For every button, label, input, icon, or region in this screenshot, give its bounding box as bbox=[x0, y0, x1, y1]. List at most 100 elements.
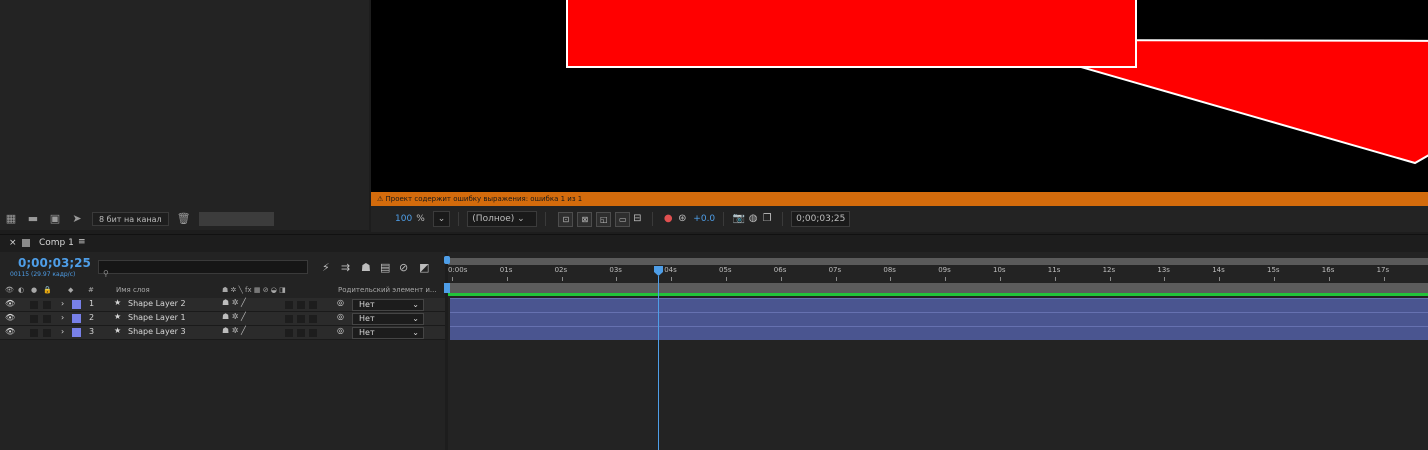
layer-bar[interactable] bbox=[450, 298, 1428, 312]
switch-box[interactable] bbox=[285, 301, 293, 309]
mask-visibility-icon[interactable]: ◱ bbox=[596, 211, 612, 227]
switch-box[interactable] bbox=[309, 315, 317, 323]
layer-bar[interactable] bbox=[450, 312, 1428, 326]
lock-toggle[interactable] bbox=[43, 329, 51, 337]
parent-dropdown[interactable]: Нет ⌄ bbox=[352, 313, 424, 325]
pickwhip-icon[interactable]: ◎ bbox=[337, 326, 344, 335]
chevron-down-icon: ⌄ bbox=[412, 314, 419, 323]
snapshot-icon[interactable]: 📷 bbox=[732, 212, 746, 226]
ruler-tick bbox=[616, 277, 618, 281]
zoom-value[interactable]: 100 bbox=[395, 214, 412, 224]
label-color[interactable] bbox=[72, 328, 81, 337]
expand-arrow-icon[interactable]: › bbox=[61, 327, 64, 336]
warning-text: Проект содержит ошибку выражения: ошибка… bbox=[385, 195, 583, 203]
switch-box[interactable] bbox=[285, 315, 293, 323]
graph-editor-icon[interactable]: ◩ bbox=[419, 261, 429, 274]
project-search-field[interactable] bbox=[198, 212, 274, 226]
time-ruler[interactable]: 0:00s 01s 02s 03s 04s 05s 06s 07s 08s 09s 10s 11s 12… bbox=[448, 265, 1428, 283]
tab-comp[interactable]: Comp 1 bbox=[39, 238, 74, 248]
work-area-start-handle[interactable] bbox=[444, 283, 450, 293]
layer-switches[interactable]: ☗ ✲ ╱ bbox=[222, 312, 246, 321]
navigator-start-handle[interactable] bbox=[444, 256, 450, 264]
resolution-dropdown[interactable]: (Полное) ⌄ bbox=[467, 211, 538, 227]
tab-menu-icon[interactable]: ≡ bbox=[78, 237, 86, 247]
eye-icon[interactable]: 👁 bbox=[5, 313, 15, 322]
label-color[interactable] bbox=[72, 314, 81, 323]
star-icon: ★ bbox=[114, 298, 122, 307]
exposure-reset-icon[interactable]: ⊛ bbox=[675, 212, 689, 226]
3d-view-icon[interactable]: ❐ bbox=[760, 212, 774, 226]
eye-icon[interactable]: 👁 bbox=[5, 327, 15, 336]
playhead-line[interactable] bbox=[658, 276, 659, 450]
transparency-grid-icon[interactable]: ⊠ bbox=[577, 211, 593, 227]
chevron-down-icon: ⌄ bbox=[412, 328, 419, 337]
table-row[interactable]: 👁 › 1 ★ Shape Layer 2 ☗ ✲ ╱ ◎ Нет ⌄ bbox=[0, 298, 445, 312]
current-timecode[interactable]: 0;00;03;25 bbox=[18, 256, 91, 270]
parent-dropdown[interactable]: Нет ⌄ bbox=[352, 327, 424, 339]
eye-icon[interactable]: 👁 bbox=[5, 299, 15, 308]
show-snapshot-icon[interactable]: ◍ bbox=[746, 212, 760, 226]
close-tab-icon[interactable]: × bbox=[9, 238, 17, 248]
draft-3d-icon[interactable]: ⚡ bbox=[322, 261, 330, 274]
switch-box[interactable] bbox=[297, 329, 305, 337]
switch-box[interactable] bbox=[309, 329, 317, 337]
motion-blur-icon[interactable]: ⊘ bbox=[399, 261, 408, 274]
render-icon[interactable]: ➤ bbox=[70, 213, 84, 225]
solo-toggle[interactable] bbox=[30, 329, 38, 337]
bit-depth-button[interactable]: 8 бит на канал bbox=[92, 212, 169, 226]
zoom-dropdown[interactable]: ⌄ bbox=[432, 211, 451, 227]
grid-guides-icon[interactable]: ⊟ bbox=[630, 212, 644, 226]
ruler-label: 14s bbox=[1212, 266, 1225, 274]
switch-box[interactable] bbox=[297, 301, 305, 309]
exposure-value[interactable]: +0.0 bbox=[693, 214, 715, 224]
viewer-timecode[interactable]: 0;00;03;25 bbox=[791, 211, 851, 227]
cache-indicator bbox=[448, 293, 1428, 296]
fast-previews-icon[interactable]: ⊡ bbox=[558, 211, 574, 227]
switch-box[interactable] bbox=[297, 315, 305, 323]
region-of-interest-icon[interactable]: ▭ bbox=[615, 211, 631, 227]
expand-arrow-icon[interactable]: › bbox=[61, 299, 64, 308]
layer-name[interactable]: Shape Layer 3 bbox=[128, 327, 186, 336]
composition-viewer[interactable] bbox=[371, 0, 1428, 192]
frame-rate: 00115 (29.97 кадр/с) bbox=[10, 271, 76, 278]
layer-search-input[interactable]: ⚲ bbox=[98, 260, 308, 278]
solo-toggle[interactable] bbox=[30, 301, 38, 309]
parent-value: Нет bbox=[359, 300, 375, 309]
expression-warning-bar[interactable]: ⚠ Проект содержит ошибку выражения: ошиб… bbox=[371, 192, 1428, 206]
new-composition-icon[interactable]: ▣ bbox=[48, 213, 62, 225]
channels-icon[interactable]: ● bbox=[661, 212, 675, 226]
table-row[interactable]: 👁 › 3 ★ Shape Layer 3 ☗ ✲ ╱ ◎ Нет ⌄ bbox=[0, 326, 445, 340]
lock-toggle[interactable] bbox=[43, 301, 51, 309]
ruler-tick bbox=[506, 277, 508, 281]
layer-switches[interactable]: ☗ ✲ ╱ bbox=[222, 298, 246, 307]
time-navigator[interactable] bbox=[448, 258, 1428, 265]
frame-blend-icon[interactable]: ▤ bbox=[380, 261, 390, 274]
switch-box[interactable] bbox=[285, 329, 293, 337]
timeline-tab-bar: × Comp 1 ≡ bbox=[0, 234, 1428, 252]
ruler-label: 0:00s bbox=[448, 266, 468, 274]
new-folder-icon[interactable]: ▬ bbox=[26, 213, 40, 225]
layer-name[interactable]: Shape Layer 1 bbox=[128, 313, 186, 322]
lock-toggle[interactable] bbox=[43, 315, 51, 323]
switch-box[interactable] bbox=[309, 301, 317, 309]
work-area-bar[interactable] bbox=[448, 283, 1428, 293]
pickwhip-icon[interactable]: ◎ bbox=[337, 298, 344, 307]
col-parent[interactable]: Родительский элемент и... bbox=[338, 286, 437, 294]
interpret-footage-icon[interactable]: ▦ bbox=[4, 213, 18, 225]
label-color[interactable] bbox=[72, 300, 81, 309]
solo-toggle[interactable] bbox=[30, 315, 38, 323]
col-name[interactable]: Имя слоя bbox=[116, 286, 150, 294]
pickwhip-icon[interactable]: ◎ bbox=[337, 312, 344, 321]
ruler-tick bbox=[671, 277, 673, 281]
ruler-label: 15s bbox=[1267, 266, 1280, 274]
shy-icon[interactable]: ☗ bbox=[361, 261, 371, 274]
layer-switches[interactable]: ☗ ✲ ╱ bbox=[222, 326, 246, 335]
parent-dropdown[interactable]: Нет ⌄ bbox=[352, 299, 424, 311]
expand-arrow-icon[interactable]: › bbox=[61, 313, 64, 322]
flowchart-icon[interactable]: ⇉ bbox=[341, 261, 350, 274]
rectangle-shape[interactable] bbox=[566, 0, 1137, 68]
table-row[interactable]: 👁 › 2 ★ Shape Layer 1 ☗ ✲ ╱ ◎ Нет ⌄ bbox=[0, 312, 445, 326]
layer-bar[interactable] bbox=[450, 326, 1428, 340]
trash-icon[interactable]: 🗑 bbox=[177, 213, 191, 225]
layer-name[interactable]: Shape Layer 2 bbox=[128, 299, 186, 308]
